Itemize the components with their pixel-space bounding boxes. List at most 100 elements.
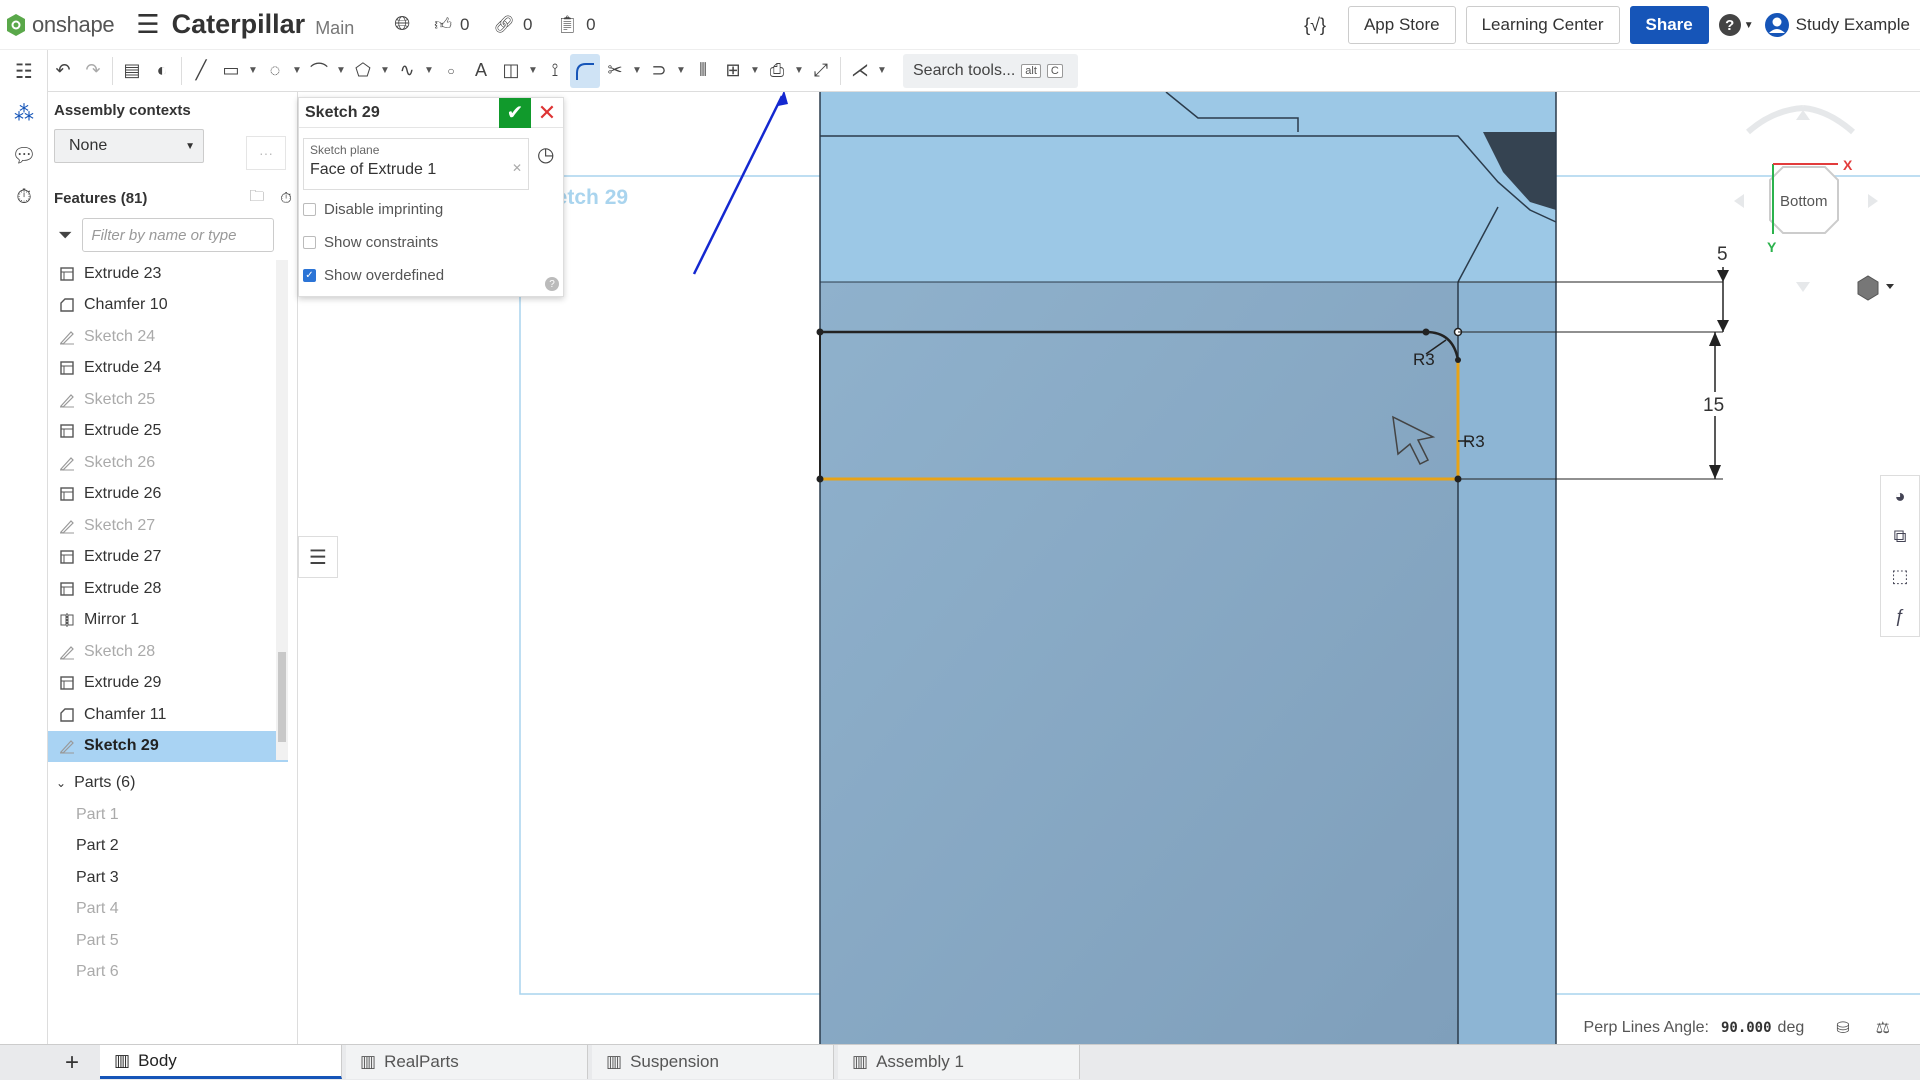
learning-center-button[interactable]: Learning Center bbox=[1465, 6, 1620, 44]
sketch-plane-icon[interactable]: ◐ bbox=[147, 54, 177, 88]
copies[interactable]: 📋︎ 0 bbox=[557, 15, 596, 35]
chevron-down-icon[interactable]: ▼ bbox=[630, 65, 644, 76]
feature-list-scrollbar[interactable] bbox=[276, 260, 288, 760]
feature-item[interactable]: Mirror 1 bbox=[48, 605, 288, 637]
likes[interactable]: 👍︎ 0 bbox=[434, 14, 469, 35]
mass-properties-icon[interactable]: ⚖︎ bbox=[1876, 1018, 1890, 1038]
fillet-tool-icon[interactable] bbox=[570, 53, 600, 88]
spline-tool-icon[interactable]: ∿ bbox=[392, 54, 422, 88]
chevron-down-icon[interactable]: ▼ bbox=[290, 65, 304, 76]
sketch-point[interactable] bbox=[1422, 328, 1430, 336]
radius-dimension-1[interactable]: R3 bbox=[1413, 350, 1435, 369]
mirror-tool-icon[interactable]: ⫴ bbox=[688, 54, 718, 88]
add-folder-icon[interactable]: 🗀︎ bbox=[249, 186, 264, 211]
chevron-down-icon[interactable]: ▼ bbox=[334, 65, 348, 76]
feature-item[interactable]: Sketch 29 bbox=[48, 730, 288, 762]
feature-item[interactable]: Chamfer 10 bbox=[48, 290, 288, 322]
add-tab-button[interactable]: + bbox=[48, 1045, 96, 1080]
user-menu[interactable]: Study Example bbox=[1764, 12, 1910, 38]
chevron-down-icon[interactable]: ▼ bbox=[526, 65, 540, 76]
measure-icon[interactable]: ⛁ bbox=[1836, 1018, 1849, 1038]
show-constraints-option[interactable]: Show constraints bbox=[303, 234, 438, 251]
chevron-down-icon[interactable]: ▼ bbox=[792, 65, 806, 76]
feature-item[interactable]: Sketch 28 bbox=[48, 636, 288, 668]
sketch-point[interactable] bbox=[816, 328, 824, 336]
part-item[interactable]: Part 4 bbox=[48, 894, 288, 926]
chevron-down-icon[interactable]: ▼ bbox=[378, 65, 392, 76]
feature-filter-input[interactable]: Filter by name or type bbox=[82, 218, 275, 252]
line-tool-icon[interactable]: ╱ bbox=[186, 54, 216, 88]
rectangle-tool-icon[interactable]: ▭ bbox=[216, 54, 246, 88]
document-title[interactable]: Caterpillar bbox=[172, 9, 306, 40]
transform-tool-icon[interactable]: ⤢ bbox=[806, 54, 836, 88]
construction-icon[interactable]: ◫ bbox=[496, 54, 526, 88]
sketch-plane-field[interactable]: Sketch plane Face of Extrude 1 ✕ bbox=[303, 138, 529, 190]
feature-list-toggle-icon[interactable]: ☰ bbox=[298, 536, 338, 578]
view-right-arrow[interactable] bbox=[1868, 194, 1878, 208]
links[interactable]: 🔗︎ 0 bbox=[493, 15, 532, 35]
document-tab[interactable]: ▥ Assembly 1 bbox=[838, 1045, 1080, 1079]
document-tab[interactable]: ▥ Suspension bbox=[592, 1045, 834, 1079]
feature-list-icon[interactable]: ☷ bbox=[0, 50, 48, 92]
sketch-point[interactable] bbox=[1455, 357, 1461, 363]
menu-icon[interactable]: ☰ bbox=[136, 9, 159, 40]
document-tab[interactable]: ▥ RealParts bbox=[346, 1045, 588, 1079]
sketch-dialog-title[interactable]: Sketch 29 bbox=[305, 104, 380, 122]
feature-item[interactable]: Extrude 25 bbox=[48, 416, 288, 448]
history-clock-icon[interactable]: ◷ bbox=[537, 142, 554, 167]
parts-header[interactable]: ⌄ Parts (6) bbox=[48, 767, 288, 799]
view-rotate-arc[interactable] bbox=[1802, 105, 1855, 135]
show-constraints-checkbox[interactable] bbox=[303, 236, 316, 249]
clear-icon[interactable]: ✕ bbox=[512, 161, 522, 179]
scrollbar-thumb[interactable] bbox=[278, 652, 286, 742]
instances-icon[interactable]: ⁂ bbox=[0, 92, 48, 134]
undo-icon[interactable]: ↶ bbox=[48, 54, 78, 88]
search-tools-input[interactable]: Search tools... alt C bbox=[903, 53, 1078, 88]
show-overdefined-checkbox[interactable]: ✓ bbox=[303, 269, 316, 282]
part-item[interactable]: Part 1 bbox=[48, 799, 288, 831]
feature-item[interactable]: Extrude 26 bbox=[48, 479, 288, 511]
appearance-icon[interactable]: ◕ bbox=[1881, 476, 1919, 516]
variable-icon[interactable]: {√} bbox=[1304, 15, 1326, 36]
share-button[interactable]: Share bbox=[1629, 6, 1709, 44]
constraint-tool-icon[interactable]: ⋌ bbox=[845, 54, 875, 88]
pattern-tool-icon[interactable]: ⊞ bbox=[718, 54, 748, 88]
feature-item[interactable]: Extrude 27 bbox=[48, 542, 288, 574]
redo-icon[interactable]: ↷ bbox=[78, 54, 108, 88]
accept-check-icon[interactable]: ✔ bbox=[499, 97, 531, 128]
feature-item[interactable]: Sketch 24 bbox=[48, 321, 288, 353]
model-face-side[interactable] bbox=[1458, 282, 1556, 1044]
part-item[interactable]: Part 6 bbox=[48, 957, 288, 989]
feature-item[interactable]: Sketch 25 bbox=[48, 384, 288, 416]
sketch-point[interactable] bbox=[816, 475, 824, 483]
feature-item[interactable]: Sketch 27 bbox=[48, 510, 288, 542]
feature-item[interactable]: Sketch 26 bbox=[48, 447, 288, 479]
document-tab[interactable]: ▥ Body bbox=[100, 1045, 342, 1079]
chevron-down-icon[interactable]: ▼ bbox=[748, 65, 762, 76]
chevron-down-icon[interactable]: ▼ bbox=[246, 65, 260, 76]
view-down-arrow[interactable] bbox=[1796, 282, 1810, 292]
arc-tool-icon[interactable]: ⌒ bbox=[304, 54, 334, 88]
view-left-arrow[interactable] bbox=[1734, 194, 1744, 208]
dxf-import-icon[interactable]: ⎙ bbox=[762, 54, 792, 88]
text-tool-icon[interactable]: A bbox=[466, 54, 496, 88]
assembly-context-select[interactable]: None ▼ bbox=[54, 129, 204, 163]
feature-item[interactable]: Extrude 24 bbox=[48, 353, 288, 385]
dimension-tool-icon[interactable]: ⟟ bbox=[540, 54, 570, 88]
polygon-tool-icon[interactable]: ⬠ bbox=[348, 54, 378, 88]
app-store-button[interactable]: App Store bbox=[1347, 6, 1456, 44]
filter-icon[interactable]: ⏷ bbox=[58, 225, 72, 246]
help-icon[interactable]: ? bbox=[545, 277, 559, 291]
mate-connector-icon[interactable]: ⧉ bbox=[1881, 516, 1919, 556]
variable-table-icon[interactable]: ƒ bbox=[1881, 596, 1919, 636]
feature-item[interactable]: Extrude 29 bbox=[48, 668, 288, 700]
view-rotate-arc[interactable] bbox=[1746, 105, 1804, 135]
offset-tool-icon[interactable]: ⊃ bbox=[644, 54, 674, 88]
chevron-down-icon[interactable]: ▼ bbox=[674, 65, 688, 76]
chevron-down-icon[interactable] bbox=[1886, 284, 1894, 289]
history-icon[interactable]: ⏱︎ bbox=[0, 176, 48, 218]
part-item[interactable]: Part 5 bbox=[48, 925, 288, 957]
chevron-down-icon[interactable]: ▼ bbox=[875, 65, 889, 76]
globe-icon[interactable]: 🌐︎ bbox=[394, 13, 410, 36]
part-item[interactable]: Part 3 bbox=[48, 862, 288, 894]
